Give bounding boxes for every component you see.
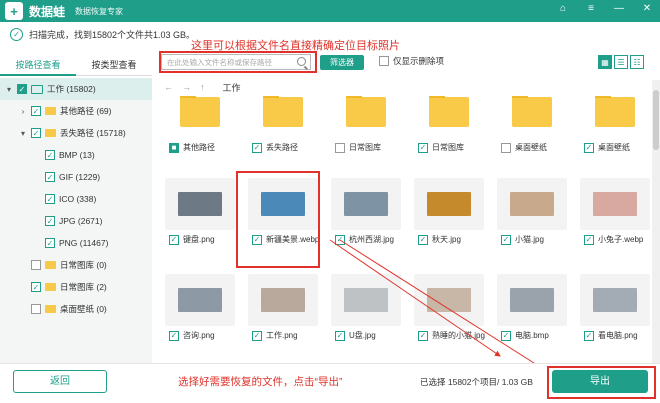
- annotation-arrows: [329, 239, 546, 371]
- back-button[interactable]: 返回: [13, 370, 107, 393]
- export-highlight-box: [547, 366, 656, 399]
- annotation-bottom: 选择好需要恢复的文件，点击“导出”: [178, 376, 343, 388]
- arrow-to-card: [329, 239, 501, 357]
- selection-summary: 已选择 15802个项目/ 1.03 GB: [420, 377, 533, 387]
- arrow-to-export: [339, 239, 546, 371]
